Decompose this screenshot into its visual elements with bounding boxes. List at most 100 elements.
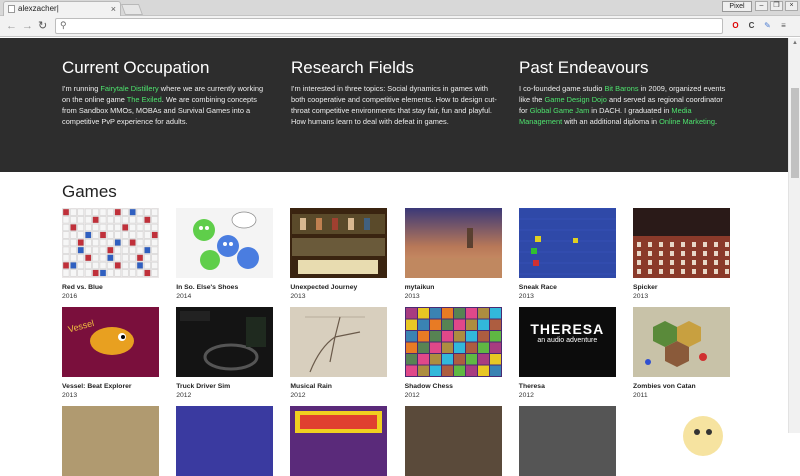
game-year: 2016 (62, 293, 78, 300)
game-year: 2012 (518, 392, 534, 399)
text-span: . (714, 117, 718, 127)
intro-section: Current Occupation I'm running Fairytale… (0, 38, 788, 172)
game-title[interactable]: mytaikun (405, 284, 503, 292)
inline-link[interactable]: Online Marketing (659, 117, 715, 126)
close-tab-icon[interactable]: × (111, 2, 116, 16)
game-card[interactable] (290, 406, 388, 476)
game-title[interactable]: In So. Else's Shoes (176, 284, 274, 292)
scrollbar-thumb[interactable] (791, 88, 799, 178)
inline-link[interactable]: Fairytale Distillery (100, 84, 158, 93)
page-icon (8, 5, 15, 13)
browser-tab[interactable]: alexzacher| × (3, 1, 121, 16)
text-span: I co-founded game studio (519, 84, 605, 93)
minimize-button[interactable]: – (755, 1, 768, 11)
game-thumbnail[interactable] (404, 208, 502, 278)
game-thumbnail[interactable] (518, 208, 616, 278)
game-title[interactable]: Musical Rain (290, 383, 388, 391)
inline-link[interactable]: The Exiled (127, 95, 162, 104)
scroll-up-icon[interactable]: ▲ (792, 40, 798, 46)
back-arrow-icon[interactable]: ← (6, 20, 17, 32)
inline-link[interactable]: Global Game Jam (530, 106, 590, 115)
game-thumbnail[interactable] (176, 406, 274, 476)
game-title[interactable]: Sneak Race (519, 284, 617, 292)
text-span: with an additional diploma in (562, 117, 660, 127)
games-heading: Games (62, 182, 117, 201)
game-title[interactable]: Shadow Chess (405, 383, 503, 391)
research-fields-column: Research Fields I'm interested in three … (291, 57, 501, 127)
game-year: 2013 (404, 293, 420, 300)
game-thumbnail[interactable] (290, 208, 388, 278)
profile-button[interactable]: Pixel (722, 1, 752, 12)
inline-link[interactable]: Game Design Dojo (544, 95, 606, 104)
game-card[interactable]: Truck Driver Sim 2012 (176, 307, 274, 400)
game-thumbnail[interactable] (404, 307, 502, 377)
extension-icon[interactable]: C (746, 20, 757, 31)
new-tab-button[interactable] (120, 4, 144, 15)
section-heading: Research Fields (291, 58, 414, 77)
restore-button[interactable]: ❐ (770, 1, 783, 11)
inline-link[interactable]: Bit Barons (604, 84, 638, 93)
game-card[interactable] (176, 406, 274, 476)
game-title[interactable]: Unexpected Journey (290, 284, 388, 292)
game-year: 2011 (633, 392, 648, 399)
game-card[interactable]: mytaikun 2013 (404, 208, 503, 301)
reload-icon[interactable]: ↻ (38, 20, 47, 32)
game-thumbnail[interactable] (290, 406, 388, 476)
game-card[interactable]: Vessel Vessel: Beat Explorer 2013 (62, 307, 160, 400)
game-card[interactable] (518, 406, 617, 476)
section-heading: Current Occupation (62, 58, 210, 77)
translate-icon[interactable]: ✎ (762, 20, 773, 31)
game-thumbnail[interactable] (518, 406, 616, 476)
game-thumbnail[interactable] (633, 307, 730, 377)
browser-tab-strip: alexzacher| × Pixel – ❐ × (0, 0, 800, 16)
game-year: 2012 (176, 392, 192, 399)
text-span: I'm interested in three topics: Social d… (291, 84, 497, 127)
game-card[interactable]: Sneak Race 2013 (518, 208, 617, 301)
game-card[interactable]: Spicker 2013 (633, 208, 731, 301)
game-thumbnail[interactable] (176, 307, 274, 377)
game-year: 2013 (633, 293, 649, 300)
game-card[interactable] (633, 406, 731, 476)
game-thumbnail[interactable] (62, 406, 159, 476)
forward-arrow-icon[interactable]: → (22, 20, 33, 32)
opera-icon[interactable]: O (730, 20, 741, 31)
game-year: 2012 (290, 392, 306, 399)
game-year: 2013 (518, 293, 534, 300)
game-thumbnail[interactable] (290, 307, 388, 377)
game-card[interactable]: Zombies von Catan 2011 (633, 307, 731, 400)
game-thumbnail[interactable]: Vessel (62, 307, 159, 377)
thumb-subline: an audio adventure (537, 337, 598, 344)
game-card[interactable] (404, 406, 503, 476)
game-card[interactable] (62, 406, 160, 476)
address-bar[interactable]: ⚲ (55, 18, 723, 34)
game-title[interactable]: Truck Driver Sim (176, 383, 274, 391)
menu-icon[interactable]: ≡ (778, 20, 789, 31)
game-card[interactable]: Red vs. Blue 2016 (62, 208, 160, 301)
game-card[interactable]: THERESA an audio adventure Theresa 2012 (518, 307, 617, 400)
game-card[interactable]: In So. Else's Shoes 2014 (176, 208, 274, 301)
game-title[interactable]: Vessel: Beat Explorer (62, 383, 160, 391)
game-thumbnail[interactable] (176, 208, 274, 278)
text-span: in DACH. I graduated in (589, 106, 672, 116)
game-title[interactable]: Red vs. Blue (62, 284, 160, 292)
game-year: 2013 (62, 392, 78, 399)
game-title[interactable]: Spicker (633, 284, 731, 292)
game-thumbnail[interactable] (404, 406, 502, 476)
game-title[interactable]: Zombies von Catan (633, 383, 731, 391)
game-thumbnail[interactable] (62, 208, 159, 278)
game-card[interactable]: Shadow Chess 2012 (404, 307, 503, 400)
tab-title: alexzacher| (18, 4, 59, 13)
close-window-button[interactable]: × (785, 1, 798, 11)
game-title[interactable]: Theresa (519, 383, 617, 391)
game-card[interactable]: Unexpected Journey 2013 (290, 208, 388, 301)
game-card[interactable]: Musical Rain 2012 (290, 307, 388, 400)
game-thumbnail[interactable] (633, 208, 730, 278)
game-thumbnail[interactable] (633, 406, 730, 476)
section-text: I'm running Fairytale Distillery where w… (62, 83, 272, 127)
page-scrollbar[interactable]: ▲ (788, 38, 800, 433)
thumb-headline: THERESA (530, 321, 605, 337)
game-thumbnail[interactable]: THERESA an audio adventure (518, 307, 616, 377)
section-text: I'm interested in three topics: Social d… (291, 83, 501, 127)
game-year: 2014 (176, 293, 192, 300)
search-icon: ⚲ (60, 20, 67, 30)
